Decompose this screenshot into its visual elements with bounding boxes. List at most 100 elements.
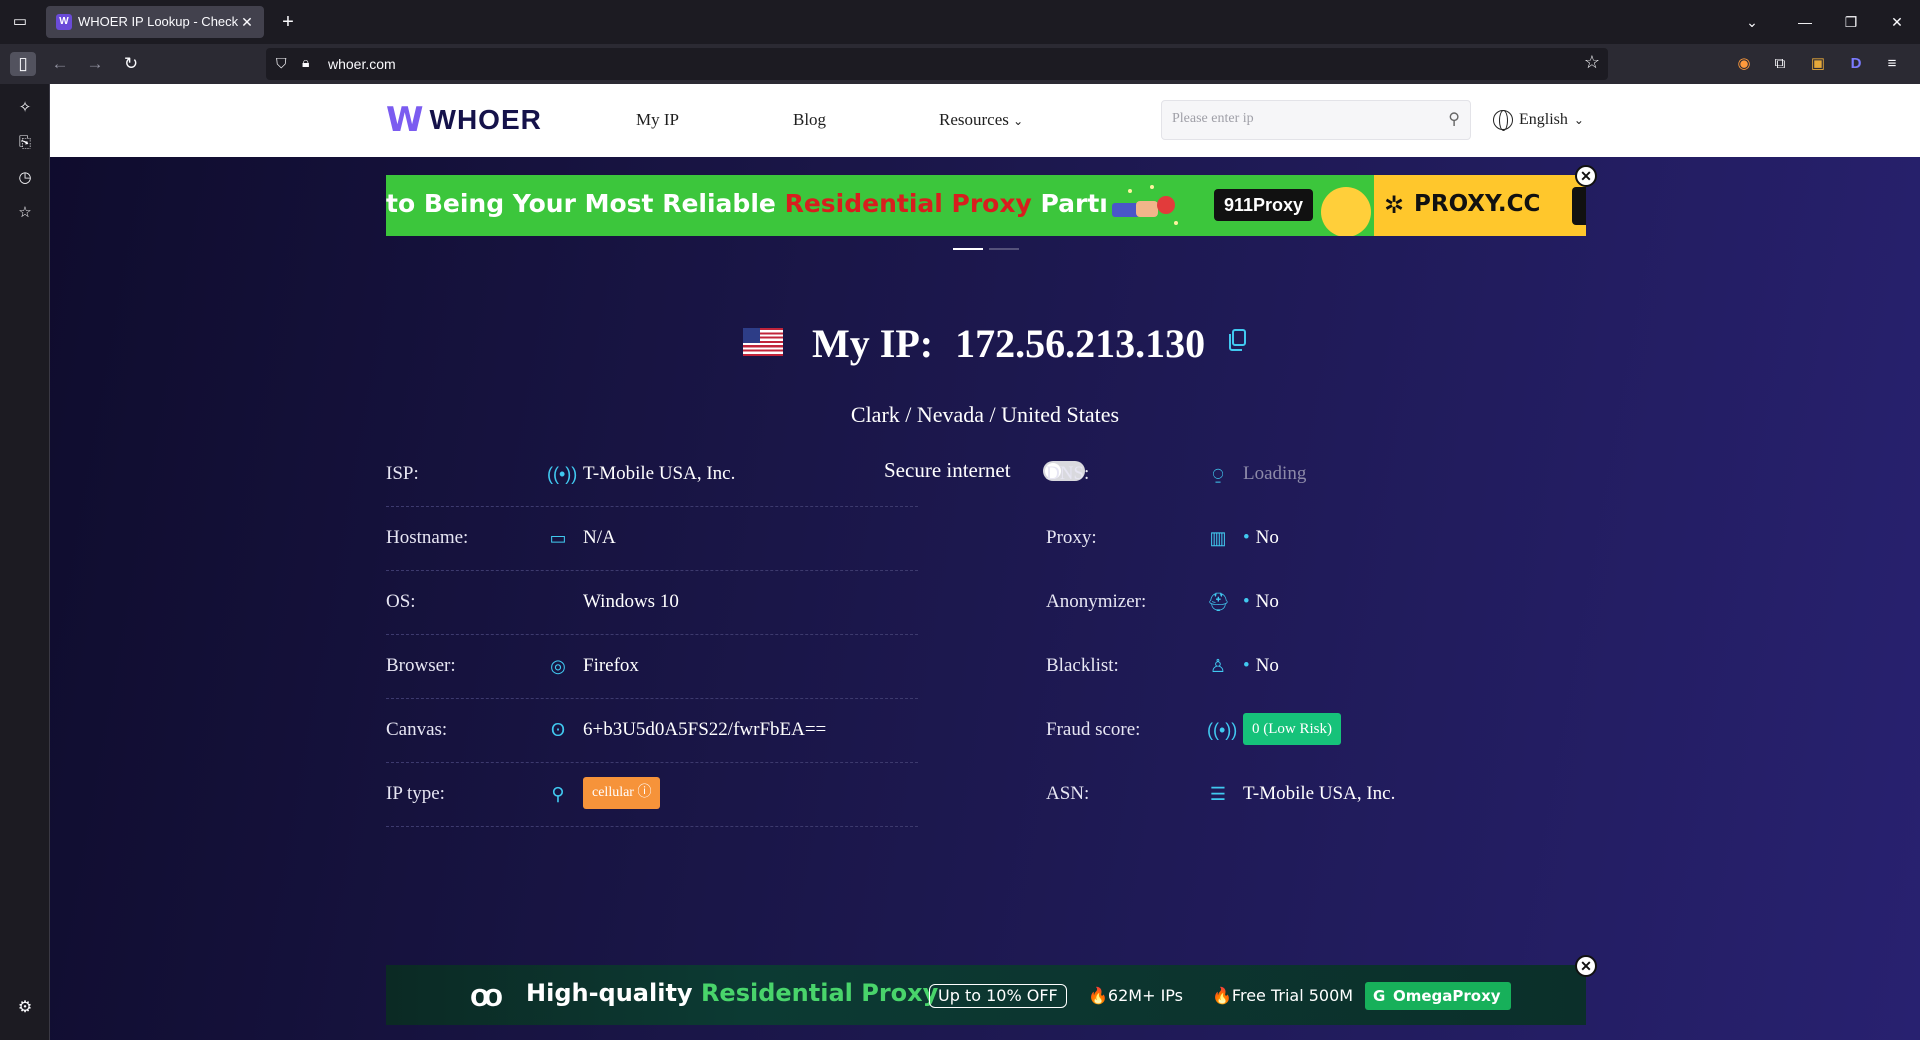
os-value: Windows 10: [583, 591, 679, 612]
info-label: Blacklist:: [1046, 655, 1119, 676]
status-dot: •: [1243, 527, 1250, 548]
omegaproxy-button[interactable]: OmegaProxy: [1365, 982, 1511, 1010]
info-label: Proxy:: [1046, 527, 1097, 548]
anonymizer-value-wrap: • No: [1243, 591, 1279, 613]
close-window-button[interactable]: ✕: [1874, 0, 1920, 44]
history-icon[interactable]: ◷: [13, 166, 37, 190]
info-row-isp: ISP: ((•)) T-Mobile USA, Inc.: [386, 443, 918, 507]
carousel-dots: [953, 248, 1019, 250]
list-all-tabs-icon[interactable]: ⌄: [1722, 0, 1782, 44]
ad-feature-ips: 🔥62M+ IPs: [1088, 986, 1183, 1005]
ip-search-box[interactable]: ⚲: [1161, 100, 1471, 140]
synced-tabs-icon[interactable]: ⎘: [13, 131, 37, 155]
anonymizer-value: No: [1255, 591, 1279, 612]
blacklist-value: No: [1255, 655, 1279, 676]
tab-list-icon[interactable]: ▭: [8, 10, 32, 34]
reload-icon[interactable]: ↻: [118, 52, 144, 76]
asn-value: T-Mobile USA, Inc.: [1243, 783, 1396, 804]
ad-text-start: to Being Your Most Reliable: [386, 189, 785, 218]
tab-close-icon[interactable]: ✕: [238, 12, 256, 32]
ad-banner-bottom[interactable]: oo High-quality Residential Proxy Up to …: [386, 965, 1586, 1025]
url-bar[interactable]: ⛉ 🔒︎ whoer.com ☆: [266, 48, 1608, 80]
ad-text-highlight: Residential Proxy: [784, 189, 1032, 218]
sliders-icon: ☰: [1209, 784, 1227, 804]
ad-brand-911proxy: 911Proxy: [1214, 189, 1314, 221]
bookmarks-icon[interactable]: ☆: [13, 201, 37, 225]
info-row-anonymizer: Anonymizer: ⛑ • No: [1046, 571, 1578, 635]
language-selector[interactable]: English ⌄: [1493, 110, 1584, 131]
forward-icon[interactable]: →: [82, 52, 108, 76]
browser-sidebar: ✧ ⎘ ◷ ☆ ⚙: [0, 84, 50, 1040]
help-icon[interactable]: ⓘ: [637, 785, 651, 800]
extension-d-icon[interactable]: D: [1844, 52, 1868, 76]
whoer-logo[interactable]: W WHOER: [386, 100, 542, 140]
info-label: IP type:: [386, 783, 445, 804]
info-row-canvas: Canvas: ʘ 6+b3U5d0A5FS22/fwrFbEA==: [386, 699, 918, 763]
iptype-badge[interactable]: cellular ⓘ: [583, 777, 661, 809]
blacklist-icon: ♙: [1209, 656, 1227, 676]
sidebar-settings-icon[interactable]: ⚙: [13, 996, 37, 1020]
info-row-hostname: Hostname: ▭ N/A: [386, 507, 918, 571]
copy-icon[interactable]: [1226, 328, 1248, 352]
info-label: Hostname:: [386, 527, 469, 548]
info-row-iptype: IP type: ⚲ cellular ⓘ: [386, 763, 918, 827]
back-icon[interactable]: ←: [47, 52, 73, 76]
anonymizer-icon: ⛑: [1207, 592, 1230, 612]
proxycc-logo-icon: ✲: [1384, 191, 1405, 219]
nav-my-ip[interactable]: My IP: [636, 110, 679, 130]
browser-tab-active[interactable]: W WHOER IP Lookup - Check IP Address ✕: [46, 6, 264, 38]
proxy-value-wrap: • No: [1243, 527, 1279, 549]
close-ad-icon[interactable]: ✕: [1575, 165, 1597, 187]
my-ip-heading: My IP: 172.56.213.130: [812, 320, 1205, 367]
us-flag-icon: [743, 328, 783, 356]
info-label: Anonymizer:: [1046, 591, 1147, 612]
nav-resources[interactable]: Resources ⌄: [939, 110, 1023, 130]
ip-location-text: Clark / Nevada / United States: [850, 402, 1120, 427]
lock-icon[interactable]: 🔒︎: [302, 54, 309, 71]
language-label: English: [1519, 111, 1568, 128]
antenna-icon: ((•)): [547, 464, 578, 484]
extension-shield-icon[interactable]: ▣: [1806, 52, 1830, 76]
extensions-icon[interactable]: ⧉: [1768, 52, 1792, 76]
tracking-shield-icon[interactable]: ⛉: [276, 55, 287, 72]
ad-text-end: Partı: [1031, 189, 1108, 218]
fraud-score-badge: 0 (Low Risk): [1243, 713, 1341, 745]
new-tab-button[interactable]: +: [276, 10, 300, 34]
ip-search-input[interactable]: [1172, 111, 1422, 127]
carousel-dot[interactable]: [953, 248, 983, 250]
whoer-logo-icon: W: [386, 100, 423, 140]
dns-value: Loading: [1243, 463, 1307, 484]
info-label: ISP:: [386, 463, 419, 484]
ip-location: Clark / Nevada / United States: [50, 402, 1920, 428]
dns-icon: ⍜: [1212, 464, 1224, 484]
chrome-icon: ◎: [550, 656, 566, 676]
ad-feature-trial: 🔥Free Trial 500M: [1212, 986, 1354, 1005]
info-label: OS:: [386, 591, 416, 612]
carousel-dot[interactable]: [989, 248, 1019, 250]
sidebar-toggle-icon[interactable]: ▯: [10, 52, 36, 76]
minimize-button[interactable]: —: [1782, 0, 1828, 44]
my-ip-label: My IP:: [812, 321, 934, 366]
site-header: W WHOER My IP Blog Resources ⌄ ⚲ English…: [50, 84, 1920, 157]
iptype-value: cellular: [592, 785, 634, 800]
ad-banner-top[interactable]: to Being Your Most Reliable Residential …: [386, 175, 1586, 236]
hostname-value: N/A: [583, 527, 616, 548]
menu-icon[interactable]: ≡: [1880, 52, 1904, 76]
chevron-down-icon: ⌄: [1573, 112, 1584, 127]
bookmark-star-icon[interactable]: ☆: [1584, 52, 1600, 73]
nav-blog[interactable]: Blog: [793, 110, 826, 130]
extension-sync-icon[interactable]: ◉: [1732, 52, 1756, 76]
status-dot: •: [1243, 591, 1250, 612]
search-icon[interactable]: ⚲: [1448, 109, 1460, 129]
browser-tab-bar: ▭ W WHOER IP Lookup - Check IP Address ✕…: [0, 0, 1920, 44]
ip-address: 172.56.213.130: [955, 321, 1206, 366]
close-ad-icon[interactable]: ✕: [1575, 955, 1597, 977]
nav-resources-label: Resources: [939, 110, 1009, 129]
ad-decoration: [1321, 187, 1371, 236]
isp-value: T-Mobile USA, Inc.: [583, 463, 736, 484]
url-text[interactable]: whoer.com: [328, 56, 396, 72]
restore-button[interactable]: ❐: [1828, 0, 1874, 44]
handshake-illustration-icon: [1112, 185, 1178, 225]
ad-brand-proxycc-block: ✲ PROXY.CC: [1374, 175, 1586, 236]
ai-sparkle-icon[interactable]: ✧: [13, 96, 37, 120]
